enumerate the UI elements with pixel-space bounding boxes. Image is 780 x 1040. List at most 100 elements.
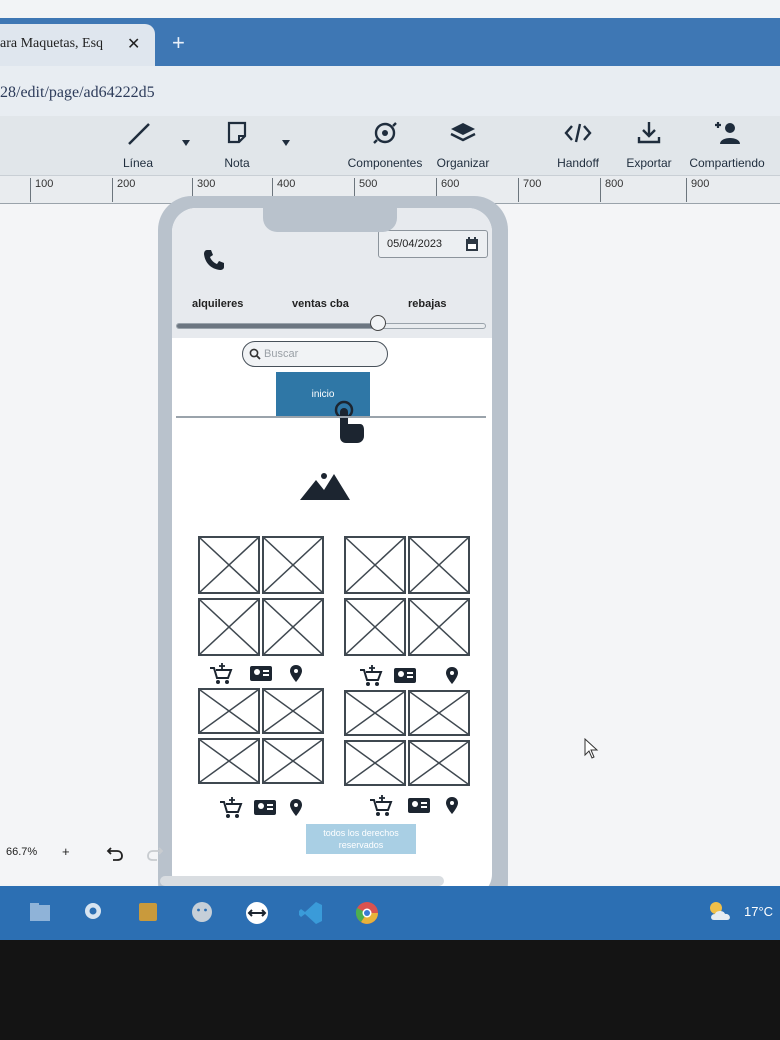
- location-pin-icon[interactable]: [446, 797, 458, 814]
- chrome-icon[interactable]: [354, 900, 380, 926]
- slider-handle[interactable]: [370, 315, 386, 331]
- ruler-mark: 700: [518, 178, 541, 202]
- phone-notch: [263, 196, 397, 232]
- image-placeholder: [262, 688, 324, 734]
- note-icon: [227, 121, 247, 144]
- add-cart-icon[interactable]: [210, 663, 233, 684]
- product-actions: [358, 664, 468, 693]
- zoom-level[interactable]: 66.7%: [6, 846, 37, 858]
- image-placeholder: [198, 536, 260, 594]
- code-icon: [564, 123, 592, 143]
- new-tab-button[interactable]: +: [172, 32, 185, 54]
- product-actions: [208, 662, 318, 691]
- contact-card-icon[interactable]: [254, 800, 276, 815]
- tool-sharing-button[interactable]: Compartiendo: [686, 120, 768, 170]
- layers-icon: [450, 123, 476, 142]
- tool-organize-label: Organizar: [436, 156, 490, 170]
- footer-rights-box: todos los derechos reservados: [306, 824, 416, 854]
- search-icon: [249, 348, 261, 360]
- hand-pointer-icon: [334, 400, 364, 443]
- tool-organize-button[interactable]: Organizar: [432, 120, 494, 170]
- address-bar[interactable]: 28/edit/page/ad64222d5: [0, 66, 780, 116]
- date-input[interactable]: 05/04/2023: [378, 230, 488, 258]
- calendar-icon[interactable]: [465, 236, 479, 252]
- image-placeholder: [408, 536, 470, 594]
- tool-sharing-label: Compartiendo: [689, 156, 765, 170]
- download-icon: [637, 122, 661, 144]
- line-dropdown-icon[interactable]: [182, 140, 190, 146]
- image-placeholder: [408, 740, 470, 786]
- horizontal-scrollbar[interactable]: [160, 876, 444, 886]
- location-pin-icon[interactable]: [290, 665, 302, 682]
- ruler-mark: 100: [30, 178, 53, 202]
- close-tab-icon[interactable]: ✕: [127, 34, 140, 54]
- image-placeholder: [262, 536, 324, 594]
- settings-icon[interactable]: [82, 900, 104, 922]
- inicio-label: inicio: [311, 389, 335, 400]
- image-placeholder: [344, 690, 406, 736]
- image-placeholder: [408, 598, 470, 656]
- screen: ara Maquetas, Esq ✕ + 28/edit/page/ad642…: [0, 0, 780, 940]
- location-pin-icon[interactable]: [290, 799, 302, 816]
- files-icon[interactable]: [136, 900, 160, 924]
- tab-alquileres[interactable]: alquileres: [192, 298, 243, 310]
- tab-title: ara Maquetas, Esq: [0, 36, 104, 51]
- file-explorer-icon[interactable]: [28, 900, 52, 924]
- product-actions: [218, 796, 328, 825]
- image-placeholder: [198, 738, 260, 784]
- temperature: 17°C: [744, 904, 774, 919]
- tab-ventas[interactable]: ventas cba: [292, 298, 349, 310]
- image-placeholder-icon: [300, 473, 350, 500]
- line-icon: [128, 123, 150, 145]
- tool-note-label: Nota: [224, 156, 250, 170]
- image-placeholder: [262, 598, 324, 656]
- tool-components-button[interactable]: Componentes: [344, 120, 426, 170]
- tool-export-button[interactable]: Exportar: [622, 120, 676, 170]
- phone-icon[interactable]: [202, 248, 226, 272]
- image-placeholder: [344, 740, 406, 786]
- location-pin-icon[interactable]: [446, 667, 458, 684]
- contact-card-icon[interactable]: [408, 798, 430, 813]
- ruler-mark: 800: [600, 178, 623, 202]
- image-placeholder: [198, 598, 260, 656]
- add-cart-icon[interactable]: [360, 665, 383, 686]
- image-placeholder: [344, 598, 406, 656]
- editor-toolbar: Línea Nota Componentes Organizar Handoff…: [0, 116, 780, 176]
- search-placeholder: Buscar: [264, 348, 299, 360]
- phone-screen: 05/04/2023 alquileres ventas cba rebajas: [172, 208, 492, 898]
- remote-icon[interactable]: [244, 900, 270, 926]
- os-taskbar: 17°C: [0, 886, 780, 940]
- tool-line-label: Línea: [122, 156, 154, 170]
- footer-text: todos los derechos reservados: [323, 828, 399, 850]
- ruler-mark: 200: [112, 178, 135, 202]
- add-cart-icon[interactable]: [220, 797, 243, 818]
- weather-icon[interactable]: [706, 898, 736, 924]
- tab-slider-track[interactable]: [176, 323, 486, 329]
- note-dropdown-icon[interactable]: [282, 140, 290, 146]
- contact-card-icon[interactable]: [394, 668, 416, 683]
- add-user-icon: [715, 122, 740, 144]
- slider-fill: [177, 324, 379, 328]
- zoom-in-button[interactable]: +: [62, 844, 70, 859]
- date-value: 05/04/2023: [387, 238, 443, 250]
- components-icon: [373, 122, 397, 144]
- tool-export-label: Exportar: [626, 156, 672, 170]
- redo-icon[interactable]: [146, 844, 164, 862]
- phone-mockup-frame: 05/04/2023 alquileres ventas cba rebajas: [158, 196, 508, 916]
- tool-handoff-label: Handoff: [557, 156, 599, 170]
- contact-card-icon[interactable]: [250, 666, 272, 681]
- add-cart-icon[interactable]: [370, 795, 393, 816]
- search-input[interactable]: Buscar: [242, 341, 388, 367]
- ruler-mark: 900: [686, 178, 709, 202]
- product-actions: [368, 794, 478, 823]
- tool-note-button[interactable]: Nota: [212, 120, 262, 170]
- header-divider: [176, 416, 486, 418]
- vscode-icon[interactable]: [298, 900, 324, 926]
- undo-icon[interactable]: [106, 844, 124, 862]
- tab-rebajas[interactable]: rebajas: [408, 298, 447, 310]
- tool-handoff-button[interactable]: Handoff: [552, 120, 604, 170]
- browser-tab[interactable]: ara Maquetas, Esq ✕: [0, 24, 155, 66]
- tool-line-button[interactable]: Línea: [112, 120, 164, 170]
- browser-tab-bar: ara Maquetas, Esq ✕ +: [0, 18, 780, 66]
- emoji-icon[interactable]: [190, 900, 214, 924]
